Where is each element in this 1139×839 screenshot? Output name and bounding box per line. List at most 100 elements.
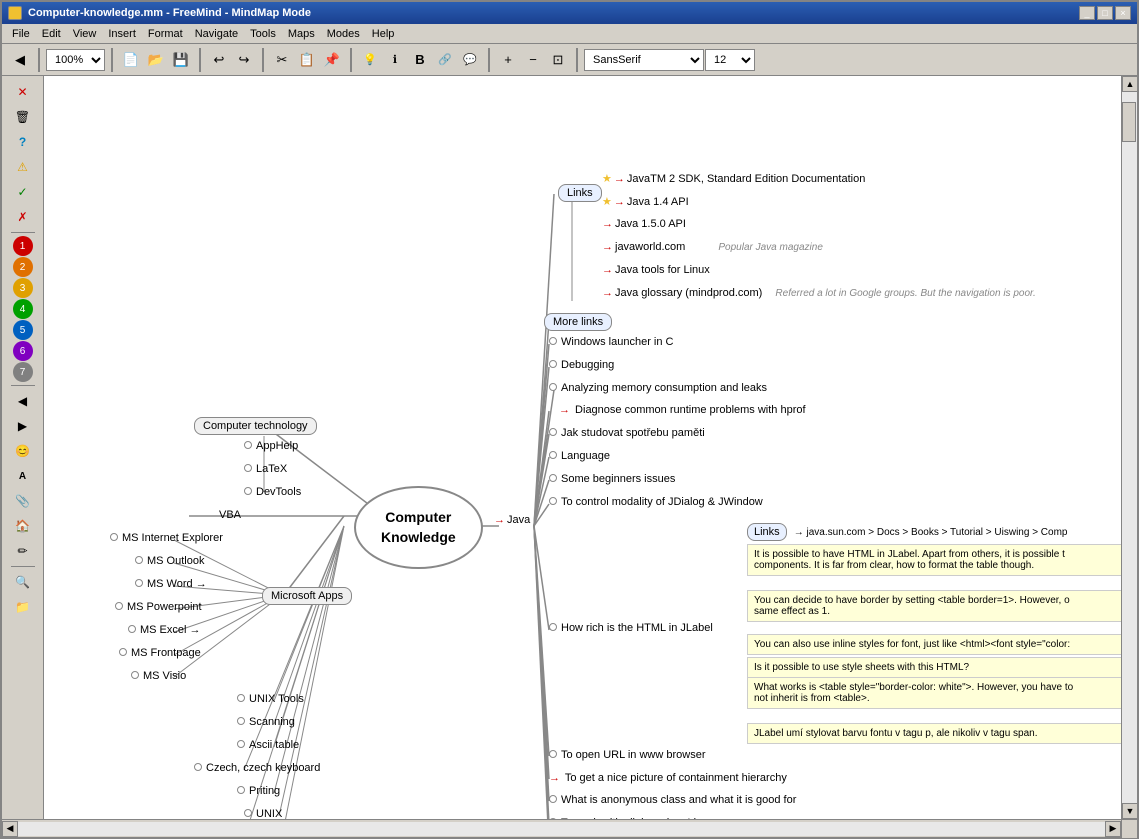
lp-home-btn[interactable]: 🏠: [8, 514, 38, 538]
zoom-out-button[interactable]: −: [521, 48, 545, 72]
node-ms-ie[interactable]: MS Internet Explorer: [110, 532, 223, 544]
node-java-sdk[interactable]: ★→JavaTM 2 SDK, Standard Edition Documen…: [602, 172, 865, 185]
redo-button[interactable]: ↪: [232, 48, 256, 72]
menu-help[interactable]: Help: [366, 26, 401, 42]
menu-edit[interactable]: Edit: [36, 26, 67, 42]
paste-button[interactable]: 📌: [320, 48, 344, 72]
node-printing[interactable]: Priting: [237, 785, 280, 797]
lp-3-btn[interactable]: 3: [13, 278, 33, 298]
lp-7-btn[interactable]: 7: [13, 362, 33, 382]
zoom-in-button[interactable]: +: [496, 48, 520, 72]
node-java-linux[interactable]: →Java tools for Linux: [602, 264, 710, 276]
menu-tools[interactable]: Tools: [244, 26, 282, 42]
lp-2-btn[interactable]: 2: [13, 257, 33, 277]
open-button[interactable]: 📂: [144, 48, 168, 72]
node-czech-keyboard[interactable]: Czech, czech keyboard: [194, 762, 320, 774]
node-links-panel[interactable]: Links → java.sun.com > Docs > Books > Tu…: [747, 523, 1067, 541]
lp-pencil-btn[interactable]: ✏: [8, 539, 38, 563]
node-devtools[interactable]: DevTools: [244, 486, 301, 498]
node-clipboard[interactable]: To work with clipboard on Linux: [549, 817, 714, 819]
node-ms-excel[interactable]: MS Excel →: [128, 624, 201, 636]
scroll-track-v[interactable]: [1122, 92, 1137, 803]
lp-5-btn[interactable]: 5: [13, 320, 33, 340]
node-debugging[interactable]: Debugging: [549, 359, 614, 371]
menu-modes[interactable]: Modes: [321, 26, 366, 42]
maximize-button[interactable]: □: [1097, 6, 1113, 20]
node-ms-outlook[interactable]: MS Outlook: [135, 555, 204, 567]
lp-4-btn[interactable]: 4: [13, 299, 33, 319]
node-windows-launcher[interactable]: Windows launcher in C: [549, 336, 674, 348]
scrollbar-horizontal[interactable]: ◀ ▶: [2, 820, 1121, 837]
zoom-fit-button[interactable]: ⊡: [546, 48, 570, 72]
scroll-right-button[interactable]: ▶: [1105, 821, 1121, 837]
scroll-down-button[interactable]: ▼: [1122, 803, 1137, 819]
save-button[interactable]: 💾: [169, 48, 193, 72]
node-microsoft-apps[interactable]: Microsoft Apps: [262, 587, 352, 605]
node-ascii-table[interactable]: Ascii table: [237, 739, 299, 751]
font-select[interactable]: SansSerif Serif Monospaced: [584, 49, 704, 71]
lp-folder-btn[interactable]: 📁: [8, 595, 38, 619]
back-button[interactable]: ◀: [8, 48, 32, 72]
zoom-select[interactable]: 100% 75% 50% 150%: [46, 49, 105, 71]
node-diagnose[interactable]: → Diagnose common runtime problems with …: [559, 404, 806, 416]
node-ms-word[interactable]: MS Word →: [135, 578, 207, 590]
node-ms-powerpoint[interactable]: MS Powerpoint: [115, 601, 202, 613]
scroll-up-button[interactable]: ▲: [1122, 76, 1137, 92]
node-ms-visio[interactable]: MS Visio: [131, 670, 186, 682]
node-control-modality[interactable]: To control modality of JDialog & JWindow: [549, 496, 763, 508]
node-open-url[interactable]: To open URL in www browser: [549, 749, 705, 761]
scrollbar-vertical[interactable]: ▲ ▼: [1121, 76, 1137, 819]
node-beginners[interactable]: Some beginners issues: [549, 473, 675, 485]
node-unix-tools[interactable]: UNIX Tools: [237, 693, 304, 705]
copy-button[interactable]: 📋: [295, 48, 319, 72]
node-jak[interactable]: Jak studovat spotřebu paměti: [549, 427, 705, 439]
new-button[interactable]: 📄: [119, 48, 143, 72]
node-apphelp[interactable]: AppHelp: [244, 440, 298, 452]
node-java15[interactable]: →Java 1.5.0 API: [602, 218, 686, 230]
lp-arrow-left-btn[interactable]: ◀: [8, 389, 38, 413]
node-how-rich[interactable]: How rich is the HTML in JLabel: [549, 622, 713, 634]
node-ms-frontpage[interactable]: MS Frontpage: [119, 647, 201, 659]
menu-file[interactable]: File: [6, 26, 36, 42]
lp-1-btn[interactable]: 1: [13, 236, 33, 256]
menu-format[interactable]: Format: [142, 26, 189, 42]
menu-maps[interactable]: Maps: [282, 26, 321, 42]
node-center[interactable]: ComputerKnowledge: [354, 486, 483, 569]
lp-check-btn[interactable]: ✓: [8, 180, 38, 204]
node-language[interactable]: Language: [549, 450, 610, 462]
node-java-glossary[interactable]: →Java glossary (mindprod.com) Referred a…: [602, 287, 1036, 299]
lp-warning-btn[interactable]: ⚠: [8, 155, 38, 179]
node-java[interactable]: →Java: [494, 514, 530, 526]
lp-x-btn[interactable]: ✗: [8, 205, 38, 229]
lp-clip-btn[interactable]: 📎: [8, 489, 38, 513]
node-links[interactable]: Links: [558, 184, 602, 202]
bold-button[interactable]: B: [408, 48, 432, 72]
lp-smile-btn[interactable]: 😊: [8, 439, 38, 463]
lp-arrow-right-btn[interactable]: ▶: [8, 414, 38, 438]
lp-trash-btn[interactable]: 🗑: [8, 105, 38, 129]
fontsize-select[interactable]: 12 10 14 16: [705, 49, 755, 71]
node-latex[interactable]: LaTeX: [244, 463, 287, 475]
menu-view[interactable]: View: [67, 26, 103, 42]
node-analyzing[interactable]: Analyzing memory consumption and leaks: [549, 382, 767, 394]
scroll-left-button[interactable]: ◀: [2, 821, 18, 837]
scroll-thumb-v[interactable]: [1122, 102, 1136, 142]
node-java14[interactable]: ★→Java 1.4 API: [602, 195, 689, 208]
cut-button[interactable]: ✂: [270, 48, 294, 72]
info-button[interactable]: ℹ: [383, 48, 407, 72]
menu-insert[interactable]: Insert: [102, 26, 142, 42]
node-anonymous[interactable]: What is anonymous class and what it is g…: [549, 794, 796, 806]
node-computer-tech[interactable]: Computer technology: [194, 417, 317, 435]
comment-button[interactable]: 💬: [458, 48, 482, 72]
undo-button[interactable]: ↩: [207, 48, 231, 72]
minimize-button[interactable]: _: [1079, 6, 1095, 20]
lp-6-btn[interactable]: 6: [13, 341, 33, 361]
lp-search-btn[interactable]: 🔍: [8, 570, 38, 594]
node-javaworld[interactable]: →javaworld.com Popular Java magazine: [602, 241, 823, 253]
close-button[interactable]: ×: [1115, 6, 1131, 20]
lp-text-btn[interactable]: A: [8, 464, 38, 488]
lp-help-btn[interactable]: ?: [8, 130, 38, 154]
node-add-button[interactable]: 💡: [358, 48, 382, 72]
node-scanning[interactable]: Scanning: [237, 716, 295, 728]
link-button[interactable]: 🔗: [433, 48, 457, 72]
